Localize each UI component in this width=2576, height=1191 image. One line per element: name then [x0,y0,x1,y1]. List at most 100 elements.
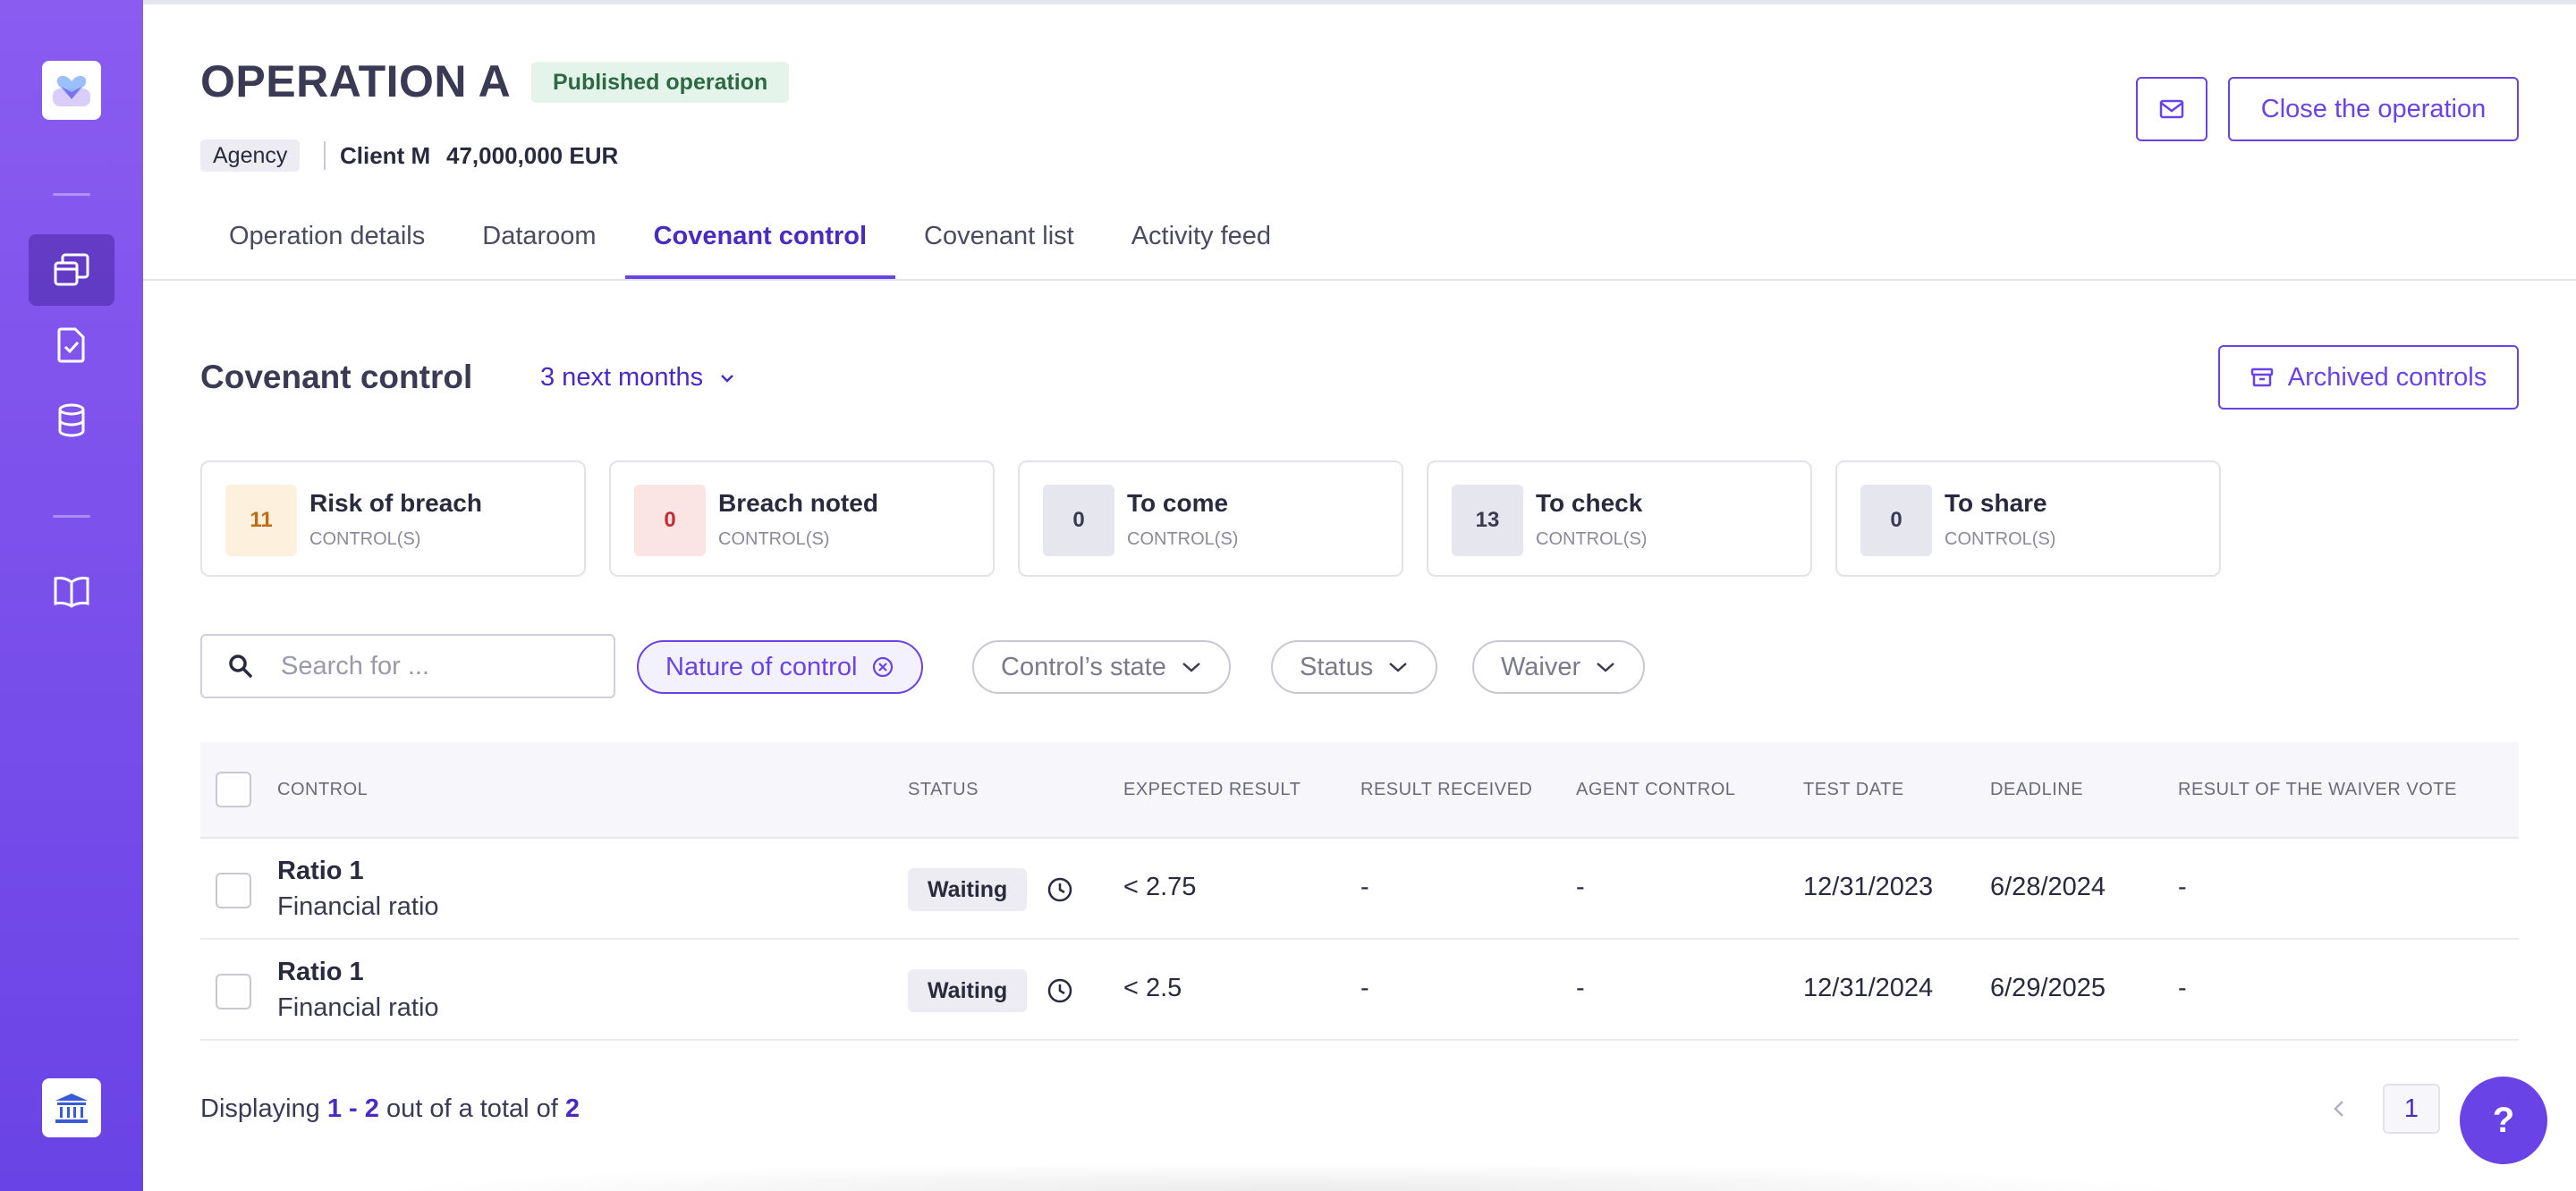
top-border [143,0,2576,4]
column-expected-result[interactable]: EXPECTED RESULT [1123,780,1301,800]
operation-title: OPERATION A [200,56,512,106]
filter-status[interactable]: Status [1271,640,1438,694]
control-name[interactable]: Ratio 1 [277,958,364,987]
client-name: Client M [340,142,431,169]
bank-logo[interactable] [42,1078,101,1137]
chevron-left-icon [2334,1101,2343,1117]
agent-control: - [1576,873,1585,901]
status-badge: Waiting [908,868,1028,911]
card-sublabel: CONTROL(S) [1945,529,2056,549]
clock-icon [1047,978,1072,1003]
windows-icon [54,253,89,286]
card-to-come[interactable]: 0 To come CONTROL(S) [1018,460,1403,577]
help-button[interactable]: ? [2460,1077,2547,1164]
sidebar-item-operations[interactable] [29,234,114,306]
card-sublabel: CONTROL(S) [1536,529,1648,549]
expected-result: < 2.5 [1123,974,1182,1002]
filter-label: Nature of control [665,652,858,681]
archived-controls-label: Archived controls [2287,362,2487,392]
agent-control: - [1576,974,1585,1002]
control-type: Financial ratio [277,892,439,921]
close-operation-button[interactable]: Close the operation [2228,77,2519,141]
chevron-down-icon [721,374,734,383]
column-result-received[interactable]: RESULT RECEIVED [1360,780,1532,800]
card-label: To come [1127,489,1229,517]
card-label: To check [1536,489,1643,517]
mail-icon [2159,99,2184,119]
search-input[interactable] [281,651,585,681]
filter-label: Status [1300,652,1374,681]
chevron-down-icon [1597,663,1614,672]
operation-amount: 47,000,000 EUR [446,142,619,169]
card-count: 13 [1452,485,1523,556]
filter-label: Control’s state [1001,652,1166,681]
stat-cards: 11 Risk of breach CONTROL(S) 0 Breach no… [200,460,2221,577]
card-to-check[interactable]: 13 To check CONTROL(S) [1427,460,1812,577]
sidebar [0,0,143,1191]
search-box [200,634,615,698]
sidebar-item-guide[interactable] [29,556,114,628]
row-checkbox[interactable] [216,974,251,1009]
clear-filter-icon[interactable] [871,655,894,679]
archived-controls-button[interactable]: Archived controls [2218,345,2519,410]
tab-covenant-control[interactable]: Covenant control [624,211,896,279]
summary-range: 1 - 2 [326,1094,379,1123]
card-to-share[interactable]: 0 To share CONTROL(S) [1835,460,2221,577]
deadline: 6/28/2024 [1990,873,2106,901]
test-date: 12/31/2023 [1803,873,1934,901]
status-badge: Waiting [908,969,1028,1012]
card-label: To share [1945,489,2047,517]
tab-activity-feed[interactable]: Activity feed [1103,211,1300,279]
row-checkbox[interactable] [216,873,251,908]
app-logo[interactable] [42,61,101,120]
heart-logo-icon [53,75,90,106]
sidebar-item-documents[interactable] [29,309,114,381]
search-icon [229,655,252,678]
card-breach-noted[interactable]: 0 Breach noted CONTROL(S) [609,460,995,577]
column-waiver-vote[interactable]: RESULT OF THE WAIVER VOTE [2178,780,2457,800]
summary-total: 2 [564,1094,580,1123]
filter-control-state[interactable]: Control’s state [972,640,1231,694]
previous-page-button[interactable] [2321,1084,2357,1134]
column-status[interactable]: STATUS [908,780,979,800]
filter-nature-of-control[interactable]: Nature of control [637,640,924,694]
control-name[interactable]: Ratio 1 [277,857,364,886]
bottom-shadow [376,1162,2200,1191]
email-button[interactable] [2136,77,2207,141]
tab-covenant-list[interactable]: Covenant list [895,211,1103,279]
filter-waiver[interactable]: Waiver [1472,640,1646,694]
control-type: Financial ratio [277,993,439,1022]
sidebar-separator [53,515,90,518]
tab-operation-details[interactable]: Operation details [200,211,453,279]
document-check-icon [57,327,85,363]
tab-dataroom[interactable]: Dataroom [453,211,624,279]
card-sublabel: CONTROL(S) [718,529,830,549]
tabs-divider [143,279,2576,281]
table-row[interactable]: Ratio 1 Financial ratio Waiting < 2.5 - … [200,940,2519,1041]
agency-tag: Agency [200,139,301,172]
card-count: 0 [1043,485,1114,556]
page-button[interactable]: 1 [2383,1084,2440,1134]
sidebar-item-database[interactable] [29,384,114,456]
test-date: 12/31/2024 [1803,974,1934,1002]
column-test-date[interactable]: TEST DATE [1803,780,1904,800]
waiver-vote: - [2178,873,2187,901]
tab-bar: Operation details Dataroom Covenant cont… [200,211,1300,279]
expected-result: < 2.75 [1123,873,1197,901]
clock-icon [1047,877,1072,902]
card-count: 0 [634,485,706,556]
period-dropdown[interactable]: 3 next months [540,363,735,393]
sidebar-separator [53,193,90,196]
table-row[interactable]: Ratio 1 Financial ratio Waiting < 2.75 -… [200,839,2519,940]
meta-divider [324,141,326,170]
chevron-down-icon [1182,663,1200,672]
card-count: 0 [1860,485,1932,556]
column-agent-control[interactable]: AGENT CONTROL [1576,780,1735,800]
select-all-checkbox[interactable] [216,772,251,807]
waiver-vote: - [2178,974,2187,1002]
column-control[interactable]: CONTROL [277,780,368,800]
summary-prefix: Displaying [200,1094,320,1123]
card-sublabel: CONTROL(S) [309,529,421,549]
card-risk-of-breach[interactable]: 11 Risk of breach CONTROL(S) [200,460,586,577]
column-deadline[interactable]: DEADLINE [1990,780,2083,800]
